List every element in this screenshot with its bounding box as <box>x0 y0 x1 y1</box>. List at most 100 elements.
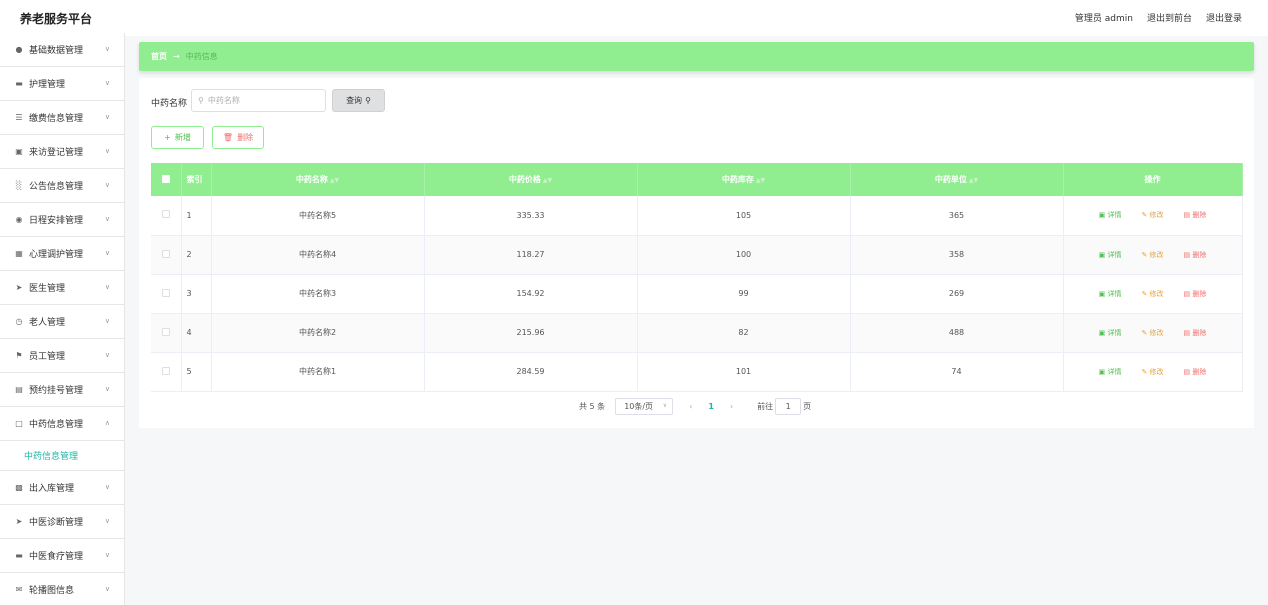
sidebar-item[interactable]: ▬ 护理管理 ∨ <box>0 67 124 101</box>
search-button[interactable]: 查询 ⚲ <box>332 89 385 112</box>
delete-row-button[interactable]: ▤ 删除 <box>1184 367 1207 377</box>
sidebar-item[interactable]: ▣ 来访登记管理 ∨ <box>0 135 124 169</box>
table-row: 2 中药名称4 118.27 100 358 ▣ 详情 ✎ 修改 ▤ 删除 <box>151 235 1243 275</box>
col-stock[interactable]: 中药库存 ▲▼ <box>637 163 851 196</box>
exit-to-front-link[interactable]: 退出到前台 <box>1147 11 1192 24</box>
detail-label: 详情 <box>1107 328 1122 337</box>
chevron-down-icon: ∨ <box>104 385 110 393</box>
delete-label: 删除 <box>1192 250 1207 259</box>
sort-icon[interactable]: ▲▼ <box>969 177 978 184</box>
chevron-down-icon: ∨ <box>104 517 110 525</box>
sort-icon[interactable]: ▲▼ <box>756 177 765 184</box>
row-checkbox[interactable] <box>161 366 170 375</box>
logout-link[interactable]: 退出登录 <box>1206 11 1242 24</box>
delete-row-button[interactable]: ▤ 删除 <box>1184 289 1207 299</box>
send-icon: ➤ <box>15 283 23 292</box>
monitor-icon: ▣ <box>15 147 23 156</box>
detail-button[interactable]: ▣ 详情 <box>1099 328 1122 338</box>
col-price[interactable]: 中药价格 ▲▼ <box>424 163 638 196</box>
list-icon: ☰ <box>15 113 23 122</box>
cell-name: 中药名称2 <box>211 313 425 353</box>
col-unit[interactable]: 中药单位 ▲▼ <box>850 163 1064 196</box>
sidebar-item[interactable]: □ 中药信息管理 ∧ <box>0 407 124 441</box>
sidebar-item[interactable]: ● 基础数据管理 ∨ <box>0 33 124 67</box>
edit-icon: ✎ <box>1141 328 1150 337</box>
col-name[interactable]: 中药名称 ▲▼ <box>211 163 425 196</box>
batch-delete-button[interactable]: 🗑 删除 <box>212 126 264 149</box>
edit-label: 修改 <box>1149 211 1164 220</box>
cell-stock: 101 <box>637 352 851 392</box>
chevron-down-icon: ∨ <box>104 317 110 325</box>
sidebar-item[interactable]: ▤ 预约挂号管理 ∨ <box>0 373 124 407</box>
delete-row-button[interactable]: ▤ 删除 <box>1184 210 1207 220</box>
row-select-cell[interactable] <box>151 313 182 353</box>
select-all-cell[interactable] <box>151 163 182 196</box>
cell-unit: 365 <box>850 196 1064 236</box>
sidebar-item[interactable]: ◉ 日程安排管理 ∨ <box>0 203 124 237</box>
cell-price: 118.27 <box>424 235 638 275</box>
edit-button[interactable]: ✎ 修改 <box>1141 250 1163 260</box>
goto-page-input[interactable]: 1 <box>775 398 802 415</box>
cell-name: 中药名称1 <box>211 352 425 392</box>
cell-name: 中药名称5 <box>211 196 425 236</box>
row-checkbox[interactable] <box>161 288 170 297</box>
select-all-checkbox[interactable] <box>161 174 170 183</box>
edit-button[interactable]: ✎ 修改 <box>1141 210 1163 220</box>
cell-actions: ▣ 详情 ✎ 修改 ▤ 删除 <box>1063 352 1243 392</box>
delete-row-button[interactable]: ▤ 删除 <box>1184 250 1207 260</box>
cell-index: 3 <box>181 274 212 314</box>
page-number-current[interactable]: 1 <box>708 402 714 411</box>
row-select-cell[interactable] <box>151 235 182 275</box>
copy-icon: □ <box>15 419 23 428</box>
edit-button[interactable]: ✎ 修改 <box>1141 367 1163 377</box>
sidebar-item[interactable]: ▩ 出入库管理 ∨ <box>0 471 124 505</box>
sidebar-item[interactable]: ✉ 轮播图信息 ∨ <box>0 573 124 605</box>
detail-button[interactable]: ▣ 详情 <box>1099 367 1122 377</box>
cell-name: 中药名称3 <box>211 274 425 314</box>
col-name-label: 中药名称 <box>295 175 328 184</box>
delete-row-button[interactable]: ▤ 删除 <box>1184 328 1207 338</box>
delete-button-label: 删除 <box>237 133 254 142</box>
detail-button[interactable]: ▣ 详情 <box>1099 210 1122 220</box>
table-header-row: 索引 中药名称 ▲▼ 中药价格 ▲▼ 中药库存 ▲▼ 中药单位 ▲▼ 操作 <box>151 163 1243 196</box>
sidebar-item[interactable]: ➤ 中医诊断管理 ∨ <box>0 505 124 539</box>
detail-label: 详情 <box>1107 289 1122 298</box>
edit-button[interactable]: ✎ 修改 <box>1141 328 1163 338</box>
search-input[interactable]: ⚲ 中药名称 <box>191 89 326 112</box>
sidebar-item[interactable]: ░ 公告信息管理 ∨ <box>0 169 124 203</box>
delete-label: 删除 <box>1192 367 1207 376</box>
detail-button[interactable]: ▣ 详情 <box>1099 289 1122 299</box>
table-row: 3 中药名称3 154.92 99 269 ▣ 详情 ✎ 修改 ▤ 删除 <box>151 274 1243 314</box>
sidebar-item[interactable]: ⚑ 员工管理 ∨ <box>0 339 124 373</box>
row-select-cell[interactable] <box>151 196 182 236</box>
delete-label: 删除 <box>1192 211 1207 220</box>
row-checkbox[interactable] <box>161 249 170 258</box>
sidebar-item[interactable]: ▬ 中医食疗管理 ∨ <box>0 539 124 573</box>
search-icon: ⚲ <box>198 96 204 105</box>
sidebar-item[interactable]: ☰ 缴费信息管理 ∨ <box>0 101 124 135</box>
cell-index: 4 <box>181 313 212 353</box>
cell-actions: ▣ 详情 ✎ 修改 ▤ 删除 <box>1063 235 1243 275</box>
sidebar-item[interactable]: ▦ 心理调护管理 ∨ <box>0 237 124 271</box>
sidebar-item[interactable]: ➤ 医生管理 ∨ <box>0 271 124 305</box>
prev-page-button[interactable]: ‹ <box>689 402 692 411</box>
row-checkbox[interactable] <box>161 210 170 219</box>
sort-icon[interactable]: ▲▼ <box>330 177 339 184</box>
chevron-down-icon: ∨ <box>104 585 110 593</box>
row-select-cell[interactable] <box>151 352 182 392</box>
breadcrumb-home[interactable]: 首页 <box>151 51 167 62</box>
next-page-button[interactable]: › <box>730 402 733 411</box>
sidebar-menu: ● 基础数据管理 ∨ ▬ 护理管理 ∨ ☰ 缴费信息管理 ∨ ▣ 来访登记管理 ∨ ░ 公告信息管理 ∨ ◉ 日… <box>0 33 125 605</box>
sidebar-item[interactable]: ◷ 老人管理 ∨ <box>0 305 124 339</box>
clipboard-icon: ▦ <box>15 249 23 258</box>
page-size-select[interactable]: 10条/页 ∨ <box>615 398 674 415</box>
detail-button[interactable]: ▣ 详情 <box>1099 250 1122 260</box>
row-checkbox[interactable] <box>161 327 170 336</box>
sidebar-subitem-active[interactable]: 中药信息管理 <box>0 441 124 471</box>
search-label: 中药名称 <box>151 99 188 109</box>
plus-icon: + <box>164 133 171 142</box>
edit-button[interactable]: ✎ 修改 <box>1141 289 1163 299</box>
add-button[interactable]: + 新增 <box>151 126 204 149</box>
row-select-cell[interactable] <box>151 274 182 314</box>
sort-icon[interactable]: ▲▼ <box>543 177 552 184</box>
